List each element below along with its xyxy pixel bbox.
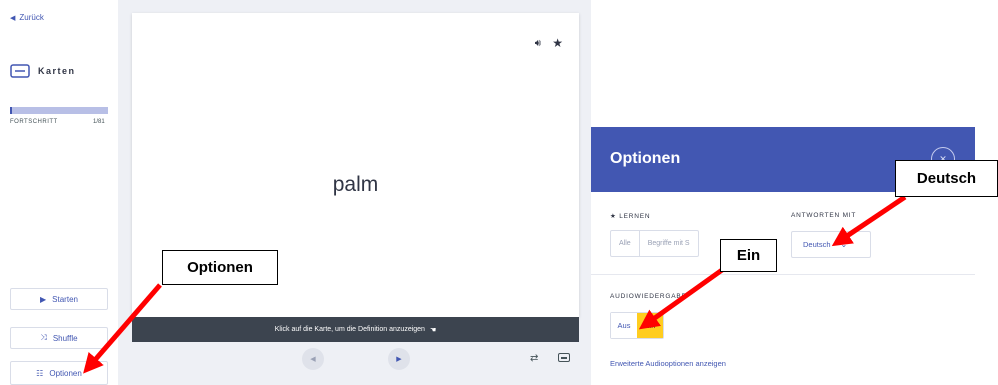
start-button[interactable]: ▶ Starten bbox=[10, 288, 108, 310]
options-callout: Optionen bbox=[162, 250, 278, 285]
advanced-audio-link[interactable]: Erweiterte Audiooptionen anzeigen bbox=[610, 359, 726, 368]
options-title: Optionen bbox=[610, 150, 681, 167]
shuffle-icon: ⤨ bbox=[40, 333, 47, 342]
divider bbox=[591, 274, 975, 275]
shuffle-label: Shuffle bbox=[52, 333, 78, 343]
learn-option-starred[interactable]: Begriffe mit S bbox=[638, 231, 698, 256]
options-button[interactable]: ☷ Optionen bbox=[10, 361, 108, 385]
speaker-icon[interactable]: 🔊︎ bbox=[535, 38, 541, 49]
mode-label: Karten bbox=[38, 66, 76, 76]
cards-icon bbox=[10, 64, 30, 78]
sidebar: ◀ Zurück Karten FORTSCHRITT 1/81 ▶ Starten… bbox=[0, 0, 118, 385]
progress-bar bbox=[10, 107, 108, 114]
chevron-left-icon: ◀ bbox=[310, 356, 316, 363]
hint-text: Klick auf die Karte, um die Definition a… bbox=[274, 326, 425, 333]
card-term: palm bbox=[332, 173, 379, 196]
card-hint: Klick auf die Karte, um die Definition a… bbox=[132, 317, 579, 342]
chevron-left-icon: ◀ bbox=[10, 15, 16, 22]
swap-icon[interactable]: ⇄ bbox=[530, 353, 538, 364]
ein-callout: Ein bbox=[720, 239, 777, 272]
deutsch-callout: Deutsch bbox=[895, 160, 998, 197]
learn-option-all[interactable]: Alle bbox=[611, 231, 639, 256]
learn-label: ★ LERNEN bbox=[610, 213, 651, 220]
audio-label: AUDIOWIEDERGABE bbox=[610, 293, 687, 300]
chevron-down-icon: ⌄ bbox=[840, 240, 848, 249]
progress-count: 1/81 bbox=[93, 119, 105, 125]
options-label: Optionen bbox=[49, 368, 82, 378]
keyboard-icon[interactable] bbox=[558, 353, 570, 362]
settings-icon: ☷ bbox=[36, 368, 44, 378]
audio-off-option[interactable]: Aus bbox=[611, 313, 637, 338]
learn-toggle: Alle Begriffe mit S bbox=[610, 230, 699, 257]
progress-fill bbox=[10, 107, 12, 114]
answer-with-label: ANTWORTEN MIT bbox=[791, 212, 857, 219]
card-stage: 🔊︎ ★ palm Klick auf die Karte, um die De… bbox=[118, 0, 591, 385]
hand-icon: ☚ bbox=[429, 326, 437, 334]
previous-card-button[interactable]: ◀ bbox=[302, 348, 324, 370]
audio-toggle: Aus Ein bbox=[610, 312, 664, 339]
back-link[interactable]: ◀ Zurück bbox=[10, 13, 44, 22]
star-icon[interactable]: ★ bbox=[552, 36, 563, 50]
chevron-right-icon: ▶ bbox=[396, 356, 402, 363]
next-card-button[interactable]: ▶ bbox=[388, 348, 410, 370]
answer-with-value: Deutsch bbox=[803, 240, 831, 249]
study-mode: Karten bbox=[10, 64, 76, 78]
back-label: Zurück bbox=[19, 13, 44, 22]
progress-label: FORTSCHRITT bbox=[10, 119, 58, 125]
start-label: Starten bbox=[52, 294, 78, 304]
shuffle-button[interactable]: ⤨ Shuffle bbox=[10, 327, 108, 349]
play-icon: ▶ bbox=[40, 294, 47, 304]
answer-with-select[interactable]: Deutsch ⌄ bbox=[791, 231, 871, 258]
audio-on-option[interactable]: Ein bbox=[637, 313, 663, 338]
